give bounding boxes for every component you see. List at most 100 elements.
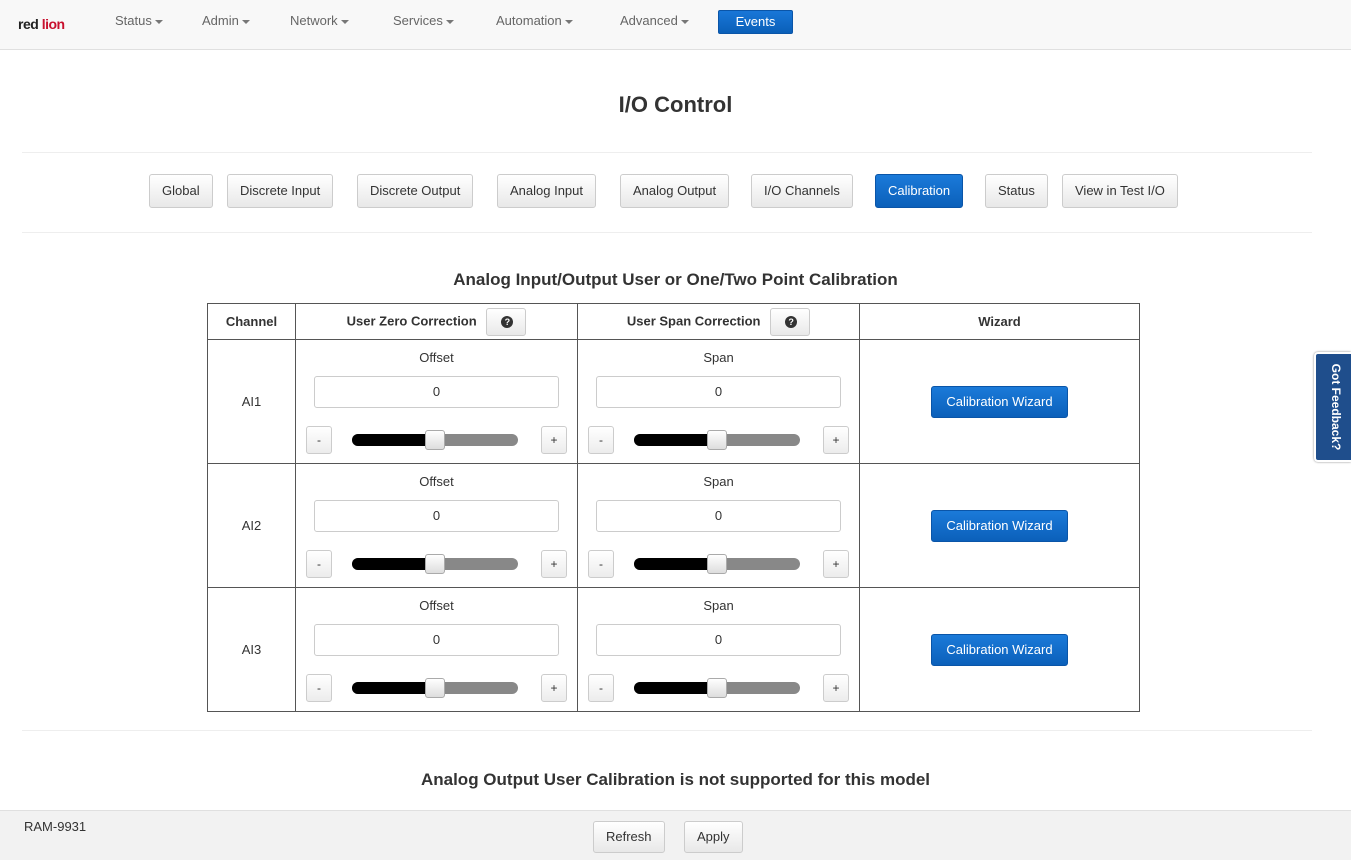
calibration-section-title: Analog Input/Output User or One/Two Poin… [453,270,898,289]
span-label: Span [703,474,734,489]
span-slider-fill [634,434,717,446]
channel-cell: AI3 [207,587,296,712]
span-help-button[interactable]: ? [770,307,811,336]
offset-slider-fill [352,682,435,694]
output-calibration-note: Analog Output User Calibration is not su… [420,770,931,789]
tab-calibration[interactable]: Calibration [875,174,964,208]
apply-button[interactable]: Apply [684,821,743,853]
span-input[interactable]: 0 [596,624,841,656]
span-increment-button[interactable]: + [823,674,849,702]
tab-view-in-test-io[interactable]: View in Test I/O [1062,174,1178,208]
offset-increment-button[interactable]: + [541,674,567,702]
span-slider-fill [634,682,717,694]
tab-discrete-output[interactable]: Discrete Output [357,174,474,208]
tab-analog-output[interactable]: Analog Output [620,174,730,208]
redlion-logo[interactable]: red lion [18,16,65,32]
nav-advanced-menu[interactable]: Advanced [620,0,689,44]
nav-admin-menu[interactable]: Admin [202,0,250,44]
tab-discrete-input[interactable]: Discrete Input [227,174,334,208]
offset-slider-handle[interactable] [425,554,445,574]
logo-text-lion: lion [41,16,65,32]
span-label: Span [703,598,734,613]
header-channel: Channel [207,303,296,340]
nav-automation-menu[interactable]: Automation [496,0,573,44]
channel-cell: AI1 [207,339,296,464]
offset-cell: Offset 0 - + [295,463,578,588]
span-slider-fill [634,558,717,570]
header-span-correction: User Span Correction ? [577,303,860,340]
chevron-down-icon [680,19,689,24]
offset-slider-fill [352,434,435,446]
feedback-tab[interactable]: Got Feedback? [1314,352,1351,462]
chevron-down-icon [154,19,163,24]
offset-label: Offset [419,598,454,613]
tab-status[interactable]: Status [985,174,1048,208]
nav-services-menu[interactable]: Services [393,0,454,44]
offset-decrement-button[interactable]: - [306,426,332,454]
chevron-down-icon [564,19,573,24]
offset-slider[interactable] [352,430,518,450]
nav-events-button[interactable]: Events [718,10,793,34]
divider [22,232,1312,233]
offset-decrement-button[interactable]: - [306,550,332,578]
offset-cell: Offset 0 - + [295,587,578,712]
calibration-wizard-button[interactable]: Calibration Wizard [931,509,1068,542]
table-row: AI2 Offset 0 - + Span 0 - + Calibration … [207,463,1140,588]
span-slider[interactable] [634,678,800,698]
span-slider-handle[interactable] [707,430,727,450]
span-slider-handle[interactable] [707,678,727,698]
span-decrement-button[interactable]: - [588,550,614,578]
offset-slider-handle[interactable] [425,430,445,450]
offset-increment-button[interactable]: + [541,550,567,578]
wizard-cell: Calibration Wizard [859,463,1140,588]
tab-analog-input[interactable]: Analog Input [497,174,597,208]
span-slider[interactable] [634,430,800,450]
channel-label: AI1 [241,394,262,409]
question-circle-icon: ? [501,315,514,328]
top-navbar: red lion Status Admin Network Services A… [0,0,1351,50]
offset-decrement-button[interactable]: - [306,674,332,702]
span-cell: Span 0 - + [577,587,860,712]
offset-input[interactable]: 0 [314,500,559,532]
nav-network-menu[interactable]: Network [290,0,349,44]
offset-increment-button[interactable]: + [541,426,567,454]
offset-label: Offset [419,474,454,489]
nav-automation-label: Automation [496,13,562,28]
model-name: RAM-9931 [24,819,87,834]
feedback-label: Got Feedback? [1329,363,1343,451]
offset-input[interactable]: 0 [314,624,559,656]
offset-slider[interactable] [352,678,518,698]
refresh-button[interactable]: Refresh [593,821,665,853]
channel-cell: AI2 [207,463,296,588]
offset-input[interactable]: 0 [314,376,559,408]
span-slider[interactable] [634,554,800,574]
nav-admin-label: Admin [202,13,239,28]
question-circle-icon: ? [785,315,798,328]
nav-status-menu[interactable]: Status [115,0,163,44]
offset-slider-handle[interactable] [425,678,445,698]
nav-network-label: Network [290,13,338,28]
calibration-wizard-button[interactable]: Calibration Wizard [931,385,1068,418]
table-row: AI1 Offset 0 - + Span 0 - + Calibration … [207,339,1140,464]
span-input[interactable]: 0 [596,376,841,408]
header-wizard: Wizard [859,303,1140,340]
span-decrement-button[interactable]: - [588,426,614,454]
zero-help-button[interactable]: ? [486,307,527,336]
span-decrement-button[interactable]: - [588,674,614,702]
span-input[interactable]: 0 [596,500,841,532]
nav-services-label: Services [393,13,443,28]
chevron-down-icon [340,19,349,24]
tab-io-channels[interactable]: I/O Channels [751,174,853,208]
span-slider-handle[interactable] [707,554,727,574]
chevron-down-icon [445,19,454,24]
divider [22,152,1312,153]
divider [22,730,1312,731]
tab-global[interactable]: Global [149,174,213,208]
table-row: AI3 Offset 0 - + Span 0 - + Calibration … [207,587,1140,712]
span-label: Span [703,350,734,365]
calibration-wizard-button[interactable]: Calibration Wizard [931,633,1068,666]
offset-slider[interactable] [352,554,518,574]
span-increment-button[interactable]: + [823,426,849,454]
nav-status-label: Status [115,13,152,28]
span-increment-button[interactable]: + [823,550,849,578]
